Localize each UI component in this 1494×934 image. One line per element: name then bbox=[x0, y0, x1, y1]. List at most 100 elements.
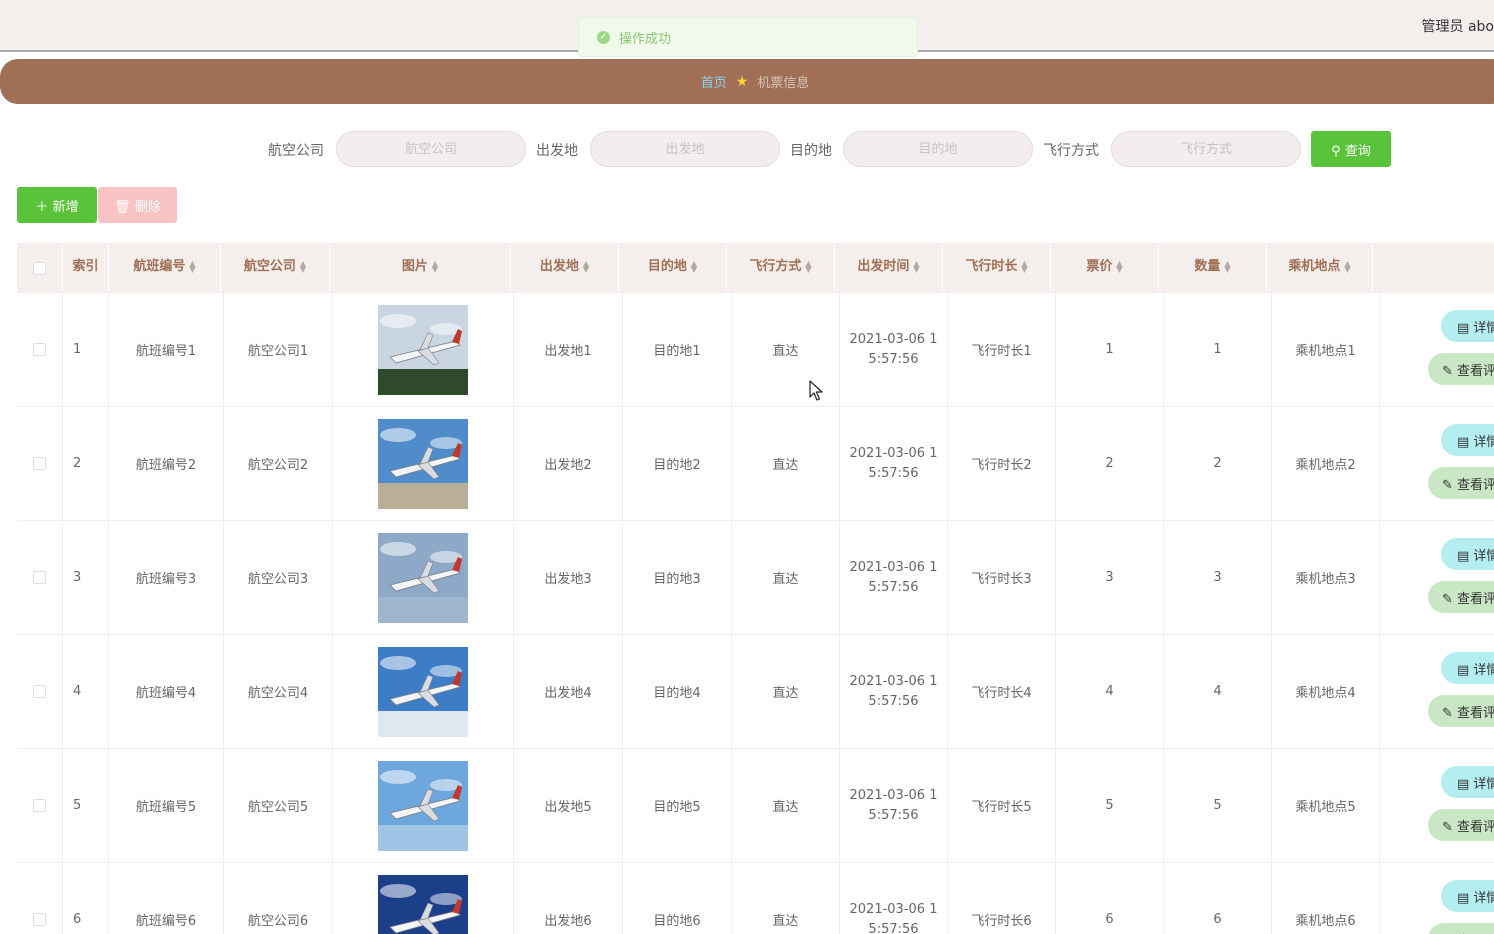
price-cell: 3 bbox=[1056, 521, 1164, 634]
airline-cell: 航空公司6 bbox=[224, 863, 333, 934]
plane-photo[interactable] bbox=[378, 532, 468, 623]
flight-number: 航班编号2 bbox=[135, 458, 197, 473]
user-info[interactable]: 管理员 abo bbox=[1422, 16, 1494, 36]
view-comments-button[interactable]: ✎ 查看评论 bbox=[1428, 923, 1494, 934]
mode-cell: 直达 bbox=[732, 863, 840, 934]
column-header[interactable]: 出发地 ▲ ▼ bbox=[511, 243, 619, 293]
departure-place: 出发地3 bbox=[544, 572, 592, 587]
sort-icon[interactable]: ▲ ▼ bbox=[189, 259, 195, 273]
detail-button[interactable]: ▤ 详情 bbox=[1441, 652, 1494, 684]
view-comments-button[interactable]: ✎ 查看评论 bbox=[1428, 809, 1494, 841]
row-checkbox[interactable] bbox=[33, 913, 46, 926]
delete-button[interactable]: 🗑 删除 bbox=[98, 187, 177, 223]
mode-input[interactable] bbox=[1111, 131, 1301, 167]
query-button[interactable]: ⚲ 查询 bbox=[1311, 131, 1391, 167]
plane-photo[interactable] bbox=[378, 304, 468, 395]
ticket-price: 2 bbox=[1105, 456, 1114, 471]
detail-button[interactable]: ▤ 详情 bbox=[1441, 424, 1494, 456]
plane-photo[interactable] bbox=[378, 874, 468, 934]
ticket-price: 1 bbox=[1105, 342, 1114, 357]
plane-photo[interactable] bbox=[378, 760, 468, 851]
sort-icon[interactable]: ▲ ▼ bbox=[1344, 259, 1350, 273]
departure-time-cell: 2021-03-06 1 5:57:56 bbox=[840, 293, 948, 406]
row-checkbox[interactable] bbox=[33, 457, 46, 470]
row-checkbox[interactable] bbox=[33, 571, 46, 584]
sort-icon[interactable]: ▲ ▼ bbox=[805, 259, 811, 273]
row-index: 4 bbox=[73, 684, 82, 699]
sort-icon[interactable]: ▲ ▼ bbox=[913, 259, 919, 273]
from-input[interactable] bbox=[590, 131, 780, 167]
departure-date: 2021-03-06 1 bbox=[849, 787, 938, 803]
duration-cell: 飞行时长2 bbox=[948, 407, 1056, 520]
document-icon: ▤ bbox=[1457, 320, 1474, 336]
detail-button[interactable]: ▤ 详情 bbox=[1441, 538, 1494, 570]
column-header[interactable]: 图片 ▲ ▼ bbox=[330, 243, 511, 293]
view-comments-button[interactable]: ✎ 查看评论 bbox=[1428, 467, 1494, 499]
quantity-cell: 3 bbox=[1164, 521, 1272, 634]
sort-icon[interactable]: ▲ ▼ bbox=[1116, 259, 1122, 273]
plane-photo[interactable] bbox=[378, 418, 468, 509]
departure-time-cell: 2021-03-06 1 5:57:56 bbox=[840, 407, 948, 520]
column-header-label: 目的地 bbox=[647, 259, 687, 274]
airline-name: 航空公司5 bbox=[247, 800, 309, 815]
photo-cell bbox=[333, 407, 514, 520]
column-header[interactable]: 航班编号 ▲ ▼ bbox=[109, 243, 221, 293]
boarding-cell: 乘机地点6 bbox=[1272, 863, 1380, 934]
sort-icon[interactable]: ▲ ▼ bbox=[691, 259, 697, 273]
column-header[interactable]: 数量 ▲ ▼ bbox=[1159, 243, 1267, 293]
row-checkbox[interactable] bbox=[33, 343, 46, 356]
departure-place: 出发地1 bbox=[544, 344, 592, 359]
departure-cell: 出发地5 bbox=[514, 749, 623, 862]
mode-cell: 直达 bbox=[732, 521, 840, 634]
sort-icon[interactable]: ▲ ▼ bbox=[432, 259, 438, 273]
column-header[interactable]: 飞行方式 ▲ ▼ bbox=[727, 243, 835, 293]
quantity-cell: 4 bbox=[1164, 635, 1272, 748]
view-comments-button[interactable]: ✎ 查看评论 bbox=[1428, 695, 1494, 727]
row-index: 6 bbox=[73, 912, 82, 927]
row-checkbox[interactable] bbox=[33, 799, 46, 812]
detail-button[interactable]: ▤ 详情 bbox=[1441, 880, 1494, 912]
sort-icon[interactable]: ▲ ▼ bbox=[300, 259, 306, 273]
view-comments-button[interactable]: ✎ 查看评论 bbox=[1428, 581, 1494, 613]
duration-cell: 飞行时长5 bbox=[948, 749, 1056, 862]
ticket-price: 5 bbox=[1105, 798, 1114, 813]
flight-mode: 直达 bbox=[772, 800, 799, 815]
boarding-place: 乘机地点2 bbox=[1295, 458, 1356, 473]
airline-label: 航空公司 bbox=[268, 143, 324, 159]
detail-button[interactable]: ▤ 详情 bbox=[1441, 766, 1494, 798]
column-header[interactable]: 航空公司 ▲ ▼ bbox=[221, 243, 330, 293]
column-header[interactable]: 飞行时长 ▲ ▼ bbox=[943, 243, 1051, 293]
view-comments-button[interactable]: ✎ 查看评论 bbox=[1428, 353, 1494, 385]
table-row: 2 航班编号2 航空公司2 出发地2 目的地2 直达 2021-03-06 1 5:57:5… bbox=[17, 407, 1494, 521]
sort-icon[interactable]: ▲ ▼ bbox=[1021, 259, 1027, 273]
quantity-cell: 6 bbox=[1164, 863, 1272, 934]
document-icon: ▤ bbox=[1457, 434, 1474, 450]
breadcrumb-bar: 首页 ★ 机票信息 bbox=[0, 59, 1494, 104]
to-input[interactable] bbox=[843, 131, 1033, 167]
airline-input[interactable] bbox=[336, 131, 526, 167]
flight-duration: 飞行时长5 bbox=[971, 800, 1032, 815]
column-header-label: 出发时间 bbox=[857, 259, 910, 274]
column-header[interactable]: 票价 ▲ ▼ bbox=[1051, 243, 1159, 293]
duration-cell: 飞行时长3 bbox=[948, 521, 1056, 634]
detail-button[interactable]: ▤ 详情 bbox=[1441, 310, 1494, 342]
boarding-place: 乘机地点5 bbox=[1295, 800, 1356, 815]
column-header[interactable]: 乘机地点 ▲ ▼ bbox=[1267, 243, 1373, 293]
destination-cell: 目的地4 bbox=[623, 635, 732, 748]
column-header-label: 索引 bbox=[72, 259, 99, 274]
column-header[interactable]: 出发时间 ▲ ▼ bbox=[835, 243, 943, 293]
document-icon: ▤ bbox=[1457, 776, 1474, 792]
header-select-all[interactable] bbox=[17, 243, 63, 293]
table-body: 1 航班编号1 航空公司1 出发地1 目的地1 直达 2021-03-06 1 5:57:5… bbox=[17, 293, 1494, 934]
row-checkbox[interactable] bbox=[33, 685, 46, 698]
sort-icon[interactable]: ▲ ▼ bbox=[1224, 259, 1230, 273]
select-all-checkbox[interactable] bbox=[33, 261, 46, 275]
add-button[interactable]: ＋ 新增 bbox=[17, 187, 97, 223]
column-header-label: 票价 bbox=[1086, 259, 1113, 274]
breadcrumb-home[interactable]: 首页 bbox=[701, 72, 727, 91]
sort-icon[interactable]: ▲ ▼ bbox=[583, 259, 589, 273]
departure-cell: 出发地3 bbox=[514, 521, 623, 634]
plane-photo[interactable] bbox=[378, 646, 468, 737]
column-header[interactable]: 目的地 ▲ ▼ bbox=[619, 243, 727, 293]
edit-icon: ✎ bbox=[1442, 477, 1458, 493]
